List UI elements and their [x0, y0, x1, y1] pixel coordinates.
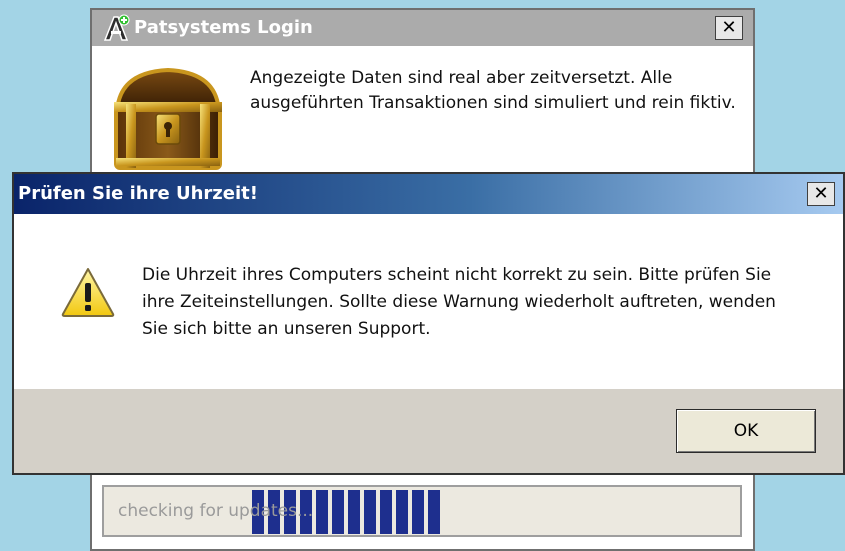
progress-segment: [428, 490, 440, 534]
progress-segment: [396, 490, 408, 534]
dialog-footer: OK: [14, 389, 843, 473]
close-icon: ✕: [813, 183, 829, 204]
time-warning-dialog: Prüfen Sie ihre Uhrzeit! ✕ Die Uhrzeit i…: [12, 172, 845, 475]
dialog-message: Die Uhrzeit ihres Computers scheint nich…: [142, 265, 776, 339]
dialog-titlebar[interactable]: Prüfen Sie ihre Uhrzeit! ✕: [14, 174, 843, 214]
login-window-title: Patsystems Login: [134, 17, 313, 38]
warning-icon: [60, 266, 116, 318]
progress-segment: [348, 490, 360, 534]
login-titlebar[interactable]: Patsystems Login ✕: [92, 10, 753, 46]
ok-button[interactable]: OK: [676, 409, 816, 453]
progress-segment: [316, 490, 328, 534]
login-notice-text: Angezeigte Daten sind real aber zeitvers…: [250, 68, 736, 113]
dialog-title: Prüfen Sie ihre Uhrzeit!: [18, 183, 258, 204]
close-icon: ✕: [721, 17, 737, 38]
dialog-close-button[interactable]: ✕: [807, 182, 835, 206]
treasure-chest-icon: [104, 58, 232, 176]
progress-segment: [332, 490, 344, 534]
login-close-button[interactable]: ✕: [715, 16, 743, 40]
update-progress: checking for updates...: [102, 485, 742, 537]
progress-segment: [412, 490, 424, 534]
progress-segment: [364, 490, 376, 534]
progress-status-text: checking for updates...: [118, 501, 314, 521]
progress-segment: [380, 490, 392, 534]
dialog-body: Die Uhrzeit ihres Computers scheint nich…: [14, 214, 843, 389]
app-logo-icon: [102, 14, 132, 42]
